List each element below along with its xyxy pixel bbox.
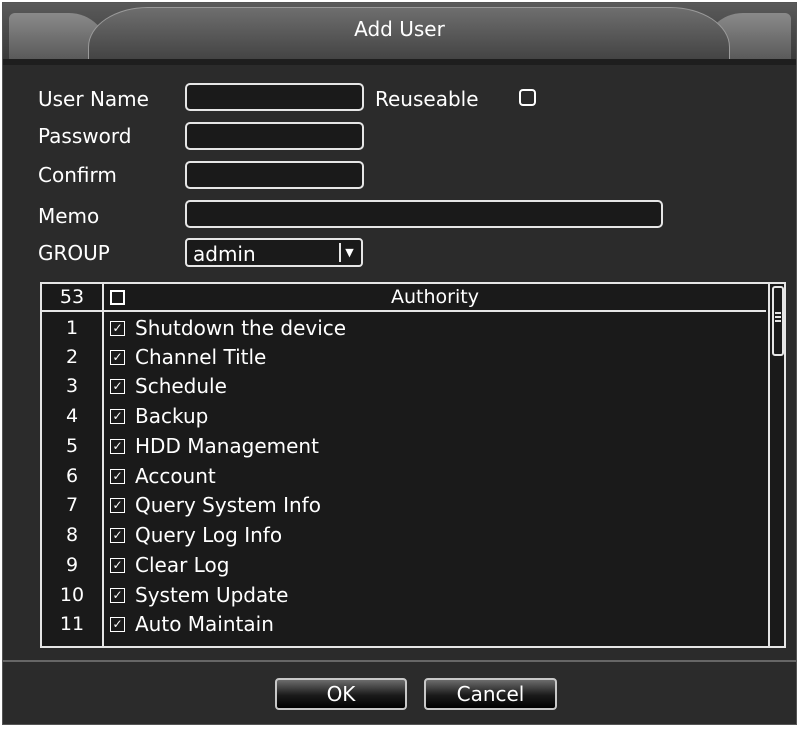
row-number: 9 [65,554,79,576]
add-user-dialog: Add User User Name Reuseable Password Co… [2,2,797,725]
table-row[interactable]: 1 ✓ Shutdown the device [42,314,766,344]
row-label: Account [135,464,216,488]
footer-separator [3,660,796,662]
title-separator [3,59,796,65]
password-input[interactable] [185,122,364,150]
row-number: 6 [65,465,79,487]
checkbox-checked-icon[interactable]: ✓ [110,617,125,632]
memo-input[interactable] [185,200,663,228]
checkbox-checked-icon[interactable]: ✓ [110,588,125,603]
row-number: 2 [65,346,79,368]
row-label: Auto Maintain [135,612,274,636]
user-name-input[interactable] [185,83,364,111]
checkbox-checked-icon[interactable]: ✓ [110,409,125,424]
checkbox-checked-icon[interactable]: ✓ [110,558,125,573]
grip-line [775,316,781,318]
authority-table-header: 53 Authority [42,284,766,312]
table-row[interactable]: 2 ✓ Channel Title [42,343,766,373]
table-row[interactable]: 9 ✓ Clear Log [42,551,766,581]
checkbox-checked-icon[interactable]: ✓ [110,379,125,394]
row-number: 8 [65,524,79,546]
grip-line [775,312,781,314]
ok-button[interactable]: OK [275,678,407,710]
reuseable-checkbox[interactable] [519,89,536,106]
table-row[interactable]: 6 ✓ Account [42,462,766,492]
row-number: 3 [65,375,79,397]
confirm-label: Confirm [38,163,117,187]
row-label: Query Log Info [135,523,283,547]
table-row[interactable]: 7 ✓ Query System Info [42,491,766,521]
table-row[interactable]: 8 ✓ Query Log Info [42,521,766,551]
checkbox-checked-icon[interactable]: ✓ [110,469,125,484]
group-label: GROUP [38,241,110,265]
row-label: Shutdown the device [135,316,347,340]
row-label: Backup [135,404,209,428]
dialog-title: Add User [354,17,445,41]
authority-count: 53 [59,286,85,308]
row-number: 10 [59,584,85,606]
row-label: System Update [135,583,289,607]
row-number: 1 [65,317,79,339]
group-select[interactable]: admin ▼ [185,238,363,267]
memo-label: Memo [38,204,100,228]
authority-table: 53 Authority 1 ✓ Shutdown the device 2 ✓… [40,282,786,648]
table-row[interactable]: 3 ✓ Schedule [42,372,766,402]
checkbox-checked-icon[interactable]: ✓ [110,528,125,543]
group-select-value: admin [193,242,256,266]
row-label: Query System Info [135,493,321,517]
grip-line [775,320,781,322]
checkbox-checked-icon[interactable]: ✓ [110,498,125,513]
cancel-button[interactable]: Cancel [424,678,557,710]
user-name-label: User Name [38,87,149,111]
chevron-down-icon[interactable]: ▼ [339,243,358,262]
authority-column-header: Authority [391,286,479,308]
row-number: 7 [65,494,79,516]
row-label: Schedule [135,374,227,398]
title-bar: Add User [3,3,796,60]
table-row[interactable]: 5 ✓ HDD Management [42,432,766,462]
checkbox-checked-icon[interactable]: ✓ [110,439,125,454]
row-label: HDD Management [135,434,319,458]
row-number: 11 [59,613,85,635]
table-row[interactable]: 4 ✓ Backup [42,402,766,432]
password-label: Password [38,124,132,148]
authority-scrollbar[interactable] [768,284,784,646]
row-label: Channel Title [135,345,267,369]
reuseable-label: Reuseable [375,87,479,111]
confirm-password-input[interactable] [185,161,364,189]
table-row[interactable]: 10 ✓ System Update [42,581,766,611]
row-number: 5 [65,435,79,457]
checkbox-checked-icon[interactable]: ✓ [110,321,125,336]
row-label: Clear Log [135,553,230,577]
table-row[interactable]: 11 ✓ Auto Maintain [42,610,766,640]
row-number: 4 [65,405,79,427]
checkbox-checked-icon[interactable]: ✓ [110,350,125,365]
scrollbar-thumb[interactable] [772,286,784,356]
